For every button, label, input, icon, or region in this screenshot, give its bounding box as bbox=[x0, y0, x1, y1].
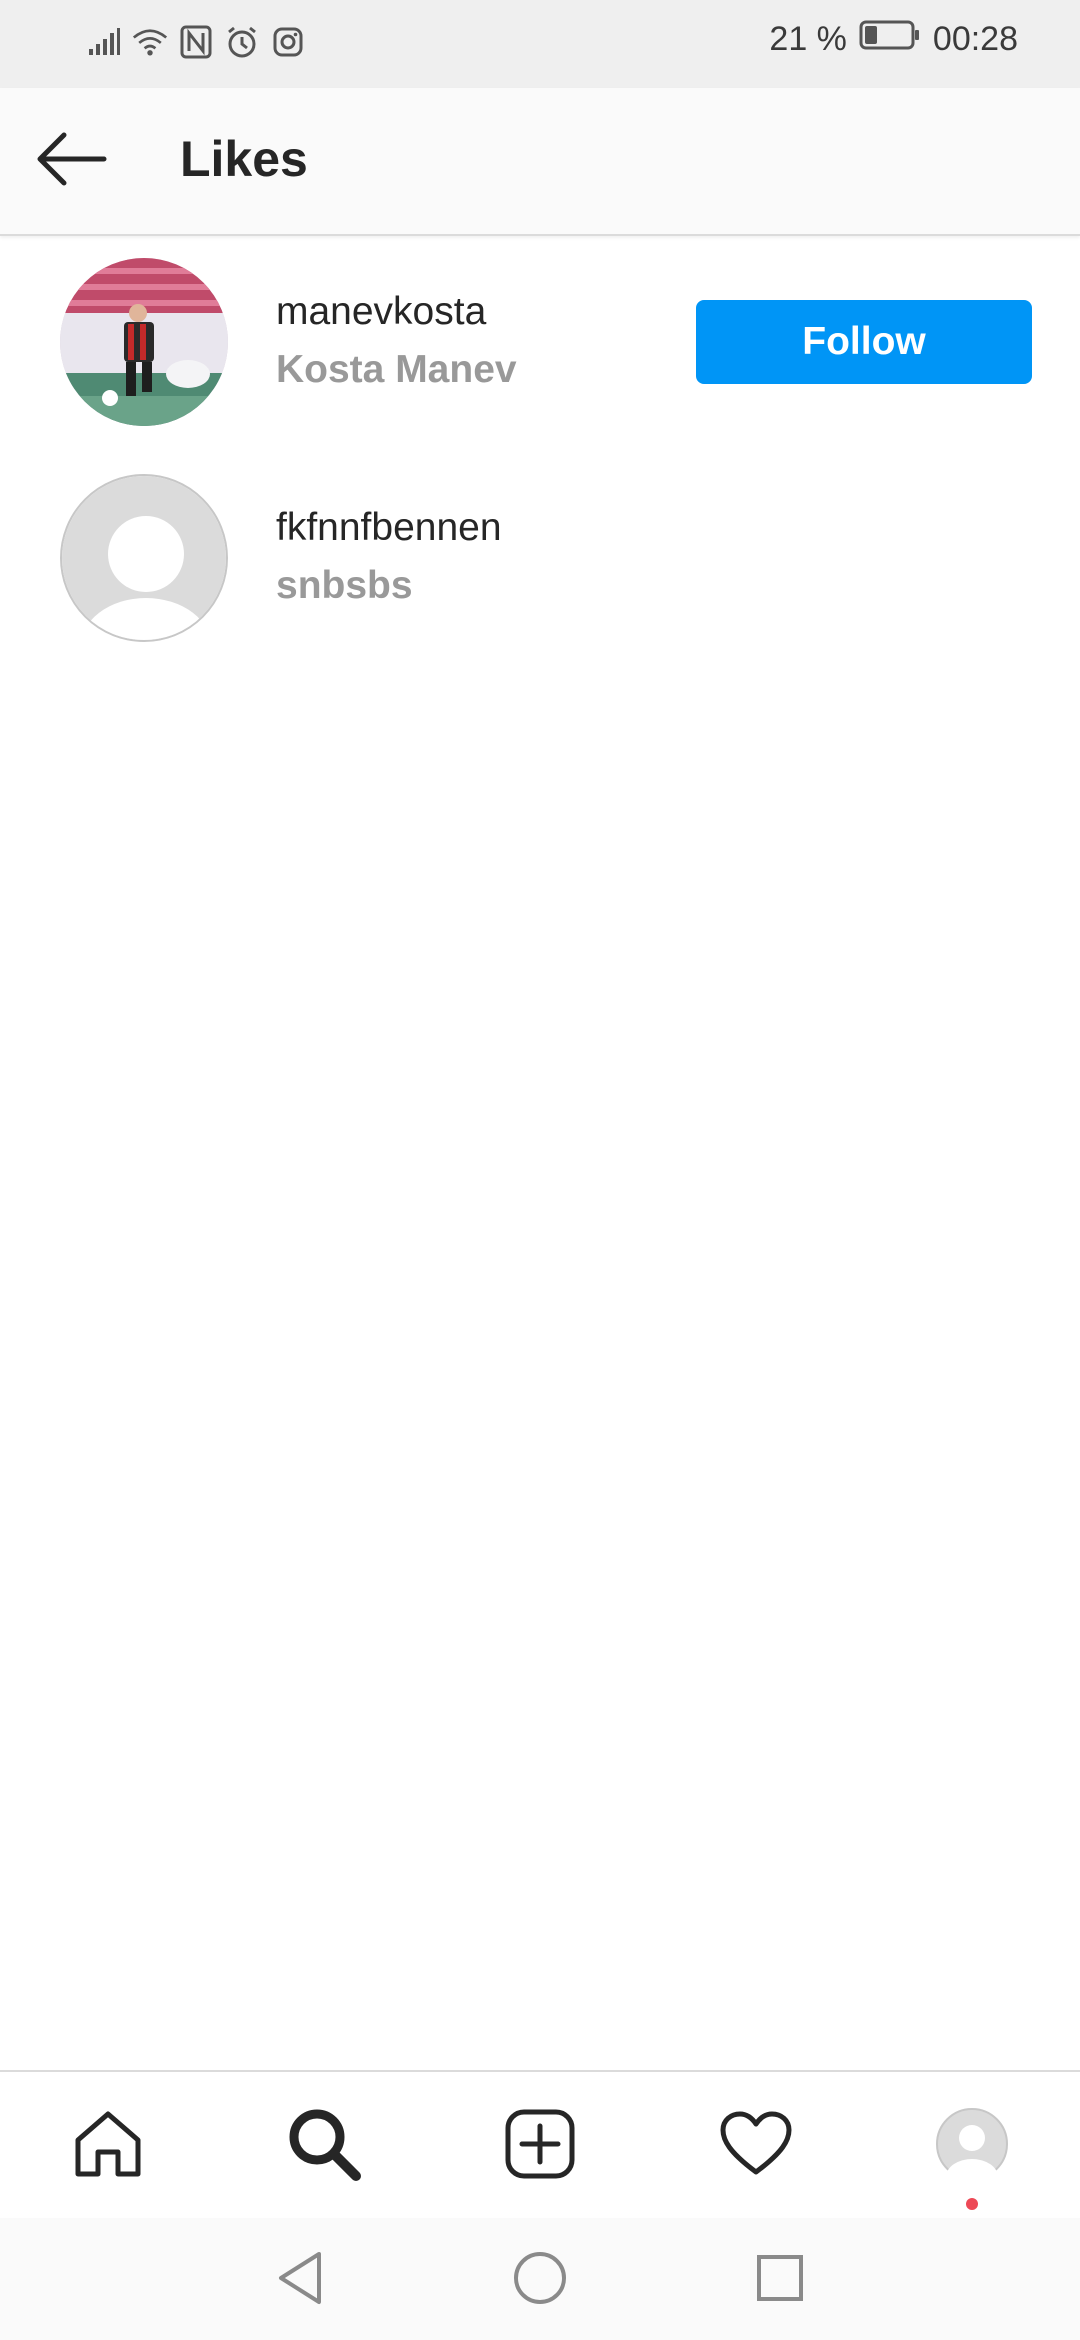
search-icon bbox=[286, 2106, 362, 2187]
username[interactable]: manevkosta bbox=[276, 290, 486, 334]
full-name: snbsbs bbox=[276, 564, 413, 607]
status-icons-left bbox=[86, 22, 306, 62]
wifi-icon bbox=[132, 22, 168, 62]
clock-time: 00:28 bbox=[932, 20, 1018, 58]
signal-icon bbox=[86, 22, 122, 62]
page-title: Likes bbox=[180, 131, 308, 187]
alarm-icon bbox=[224, 22, 260, 62]
username[interactable]: fkfnnfbennen bbox=[276, 506, 502, 550]
notification-dot bbox=[966, 2198, 978, 2210]
system-back-button[interactable] bbox=[268, 2248, 332, 2312]
nav-activity[interactable] bbox=[716, 2106, 796, 2186]
home-circle-icon bbox=[512, 2250, 568, 2311]
recents-square-icon bbox=[755, 2253, 805, 2308]
nav-new-post[interactable] bbox=[500, 2106, 580, 2186]
instagram-icon bbox=[270, 22, 306, 62]
back-triangle-icon bbox=[275, 2250, 325, 2311]
nfc-icon bbox=[178, 22, 214, 62]
nav-search[interactable] bbox=[284, 2106, 364, 2186]
bottom-navigation bbox=[0, 2070, 1080, 2220]
battery-icon bbox=[859, 20, 921, 59]
status-icons-right: 21 % 00:28 bbox=[769, 20, 1018, 59]
likes-header: Likes bbox=[0, 88, 1080, 236]
status-bar: 21 % 00:28 bbox=[0, 0, 1080, 88]
battery-percent: 21 % bbox=[769, 20, 847, 58]
avatar[interactable] bbox=[60, 258, 228, 426]
full-name: Kosta Manev bbox=[276, 348, 517, 391]
system-home-button[interactable] bbox=[508, 2248, 572, 2312]
back-arrow-icon bbox=[34, 131, 108, 192]
nav-home[interactable] bbox=[68, 2106, 148, 2186]
new-post-icon bbox=[504, 2108, 576, 2185]
avatar[interactable] bbox=[60, 474, 228, 642]
back-button[interactable] bbox=[30, 126, 112, 196]
follow-button[interactable]: Follow bbox=[696, 300, 1032, 384]
activity-heart-icon bbox=[719, 2110, 793, 2183]
nav-profile[interactable] bbox=[932, 2106, 1012, 2195]
system-navigation-bar bbox=[0, 2218, 1080, 2340]
home-icon bbox=[72, 2108, 144, 2185]
system-recents-button[interactable] bbox=[748, 2248, 812, 2312]
profile-avatar-icon bbox=[935, 2107, 1009, 2195]
list-item[interactable]: fkfnnfbennen snbsbs bbox=[0, 456, 1080, 656]
